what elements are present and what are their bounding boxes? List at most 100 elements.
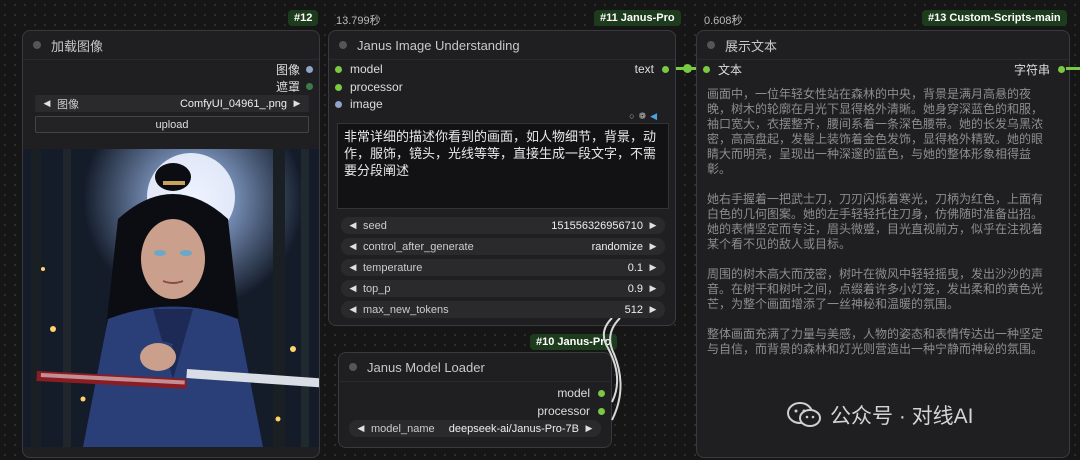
collapse-dot-icon[interactable]: [349, 363, 357, 371]
seed-widget[interactable]: ◀ seed 151556326956710 ▶: [341, 217, 665, 234]
node-id-badge-show-text: #13 Custom-Scripts-main: [922, 10, 1067, 26]
input-port-icon[interactable]: [335, 65, 342, 73]
speaker-icon[interactable]: ◀: [650, 111, 661, 121]
widget-label: temperature: [363, 261, 423, 274]
image-preview: [23, 149, 319, 447]
decrement-arrow-icon[interactable]: ◀: [347, 220, 359, 231]
watermark: 公众号 · 对线AI: [786, 400, 974, 430]
node-title: 展示文本: [725, 38, 778, 54]
input-image[interactable]: image: [335, 96, 383, 112]
link-midpoint-icon[interactable]: [683, 64, 692, 73]
execution-time: 13.799秒: [336, 15, 381, 27]
output-label: processor: [537, 404, 590, 418]
increment-arrow-icon[interactable]: ▶: [291, 98, 303, 109]
output-mask[interactable]: 遮罩: [276, 78, 313, 94]
collapse-dot-icon[interactable]: [707, 41, 715, 49]
decrement-arrow-icon[interactable]: ◀: [347, 262, 359, 273]
node-id-badge-janus-image: #11 Janus-Pro: [594, 10, 681, 26]
model-name-widget[interactable]: ◀ model_name deepseek-ai/Janus-Pro-7B ▶: [349, 420, 601, 437]
temperature-widget[interactable]: ◀ temperature 0.1 ▶: [341, 259, 665, 276]
wechat-logo-icon: [787, 402, 821, 427]
output-paragraph: 整体画面充满了力量与美感，人物的姿态和表情传达出一种坚定与自信，而背景的森林和灯…: [707, 327, 1044, 356]
gear-icon[interactable]: ❁: [639, 111, 651, 121]
widget-value: 151556326956710: [551, 219, 643, 232]
prompt-textarea[interactable]: 非常详细的描述你看到的画面，如人物细节，背景，动作，服饰，镜头，光线等等，直接生…: [337, 123, 669, 209]
input-label: image: [350, 97, 383, 111]
decrement-arrow-icon[interactable]: ◀: [347, 241, 359, 252]
input-text[interactable]: 文本: [703, 61, 742, 77]
output-paragraph: 周围的树木高大而茂密，树叶在微风中轻轻摇曳，发出沙沙的声音。在树干和树叶之间，点…: [707, 267, 1044, 311]
widget-label: top_p: [363, 282, 391, 295]
widget-label: max_new_tokens: [363, 303, 449, 316]
widget-value: ComfyUI_04961_.png: [179, 97, 287, 110]
node-title-bar[interactable]: Janus Image Understanding: [329, 31, 675, 60]
output-label: 遮罩: [275, 79, 300, 94]
input-model[interactable]: model: [335, 61, 383, 77]
show-text-node[interactable]: 展示文本 文本 字符串 画面中，一位年轻女性站在森林的中央，背景是满月高悬的夜晚…: [696, 30, 1070, 458]
node-title: Janus Image Understanding: [357, 37, 520, 53]
widget-label: 图像: [57, 98, 79, 111]
watermark-text: 公众号 · 对线AI: [830, 405, 974, 428]
collapse-dot-icon[interactable]: [33, 41, 41, 49]
node-title: Janus Model Loader: [367, 359, 485, 375]
textarea-toolbar: ○❁◀: [629, 111, 661, 122]
input-port-icon[interactable]: [335, 83, 342, 91]
upload-button[interactable]: upload: [35, 116, 309, 133]
widget-value: 0.9: [627, 282, 643, 295]
output-port-icon[interactable]: [662, 65, 669, 73]
output-label: text: [634, 62, 654, 76]
janus-model-loader-node[interactable]: Janus Model Loader model processor ◀ mod…: [338, 352, 612, 448]
increment-arrow-icon[interactable]: ▶: [647, 304, 659, 315]
output-text-area[interactable]: 画面中，一位年轻女性站在森林的中央，背景是满月高悬的夜晚，树木的轮廓在月光下显得…: [707, 87, 1053, 447]
output-label: 图像: [275, 62, 300, 77]
increment-arrow-icon[interactable]: ▶: [647, 220, 659, 231]
input-port-icon[interactable]: [335, 100, 342, 108]
top-p-widget[interactable]: ◀ top_p 0.9 ▶: [341, 280, 665, 297]
output-label: 字符串: [1013, 62, 1050, 77]
collapse-dot-icon[interactable]: [339, 41, 347, 49]
output-string[interactable]: 字符串: [1014, 61, 1065, 77]
input-processor[interactable]: processor: [335, 79, 403, 95]
node-title-bar[interactable]: Janus Model Loader: [339, 353, 611, 382]
node-id-badge-load-image: #12: [288, 10, 319, 26]
node-title: 加载图像: [51, 38, 104, 54]
widget-label: seed: [363, 219, 387, 232]
output-port-icon[interactable]: [1058, 65, 1065, 73]
widget-value: 0.1: [627, 261, 643, 274]
output-paragraph: 她右手握着一把武士刀，刀刃闪烁着寒光，刀柄为红色，上面有白色的几何图案。她的左手…: [707, 192, 1044, 251]
connection-wires: [602, 318, 622, 421]
widget-label: control_after_generate: [363, 240, 474, 253]
execution-time: 0.608秒: [704, 15, 743, 27]
janus-image-understanding-node[interactable]: Janus Image Understanding model processo…: [328, 30, 676, 326]
widget-value: 512: [624, 303, 643, 316]
node-title-bar[interactable]: 展示文本: [697, 31, 1069, 60]
image-select-widget[interactable]: ◀ 图像 ComfyUI_04961_.png ▶: [35, 95, 309, 112]
load-image-node[interactable]: 加载图像 图像 遮罩 ◀ 图像 ComfyUI_04961_.png ▶ upl…: [22, 30, 320, 458]
increment-arrow-icon[interactable]: ▶: [647, 283, 659, 294]
upload-label: upload: [155, 118, 189, 131]
output-paragraph: 画面中，一位年轻女性站在森林的中央，背景是满月高悬的夜晚，树木的轮廓在月光下显得…: [707, 87, 1044, 176]
decrement-arrow-icon[interactable]: ◀: [41, 98, 53, 109]
node-title-bar[interactable]: 加载图像: [23, 31, 319, 60]
increment-arrow-icon[interactable]: ▶: [647, 241, 659, 252]
input-label: processor: [350, 80, 403, 94]
increment-arrow-icon[interactable]: ▶: [647, 262, 659, 273]
input-port-icon[interactable]: [703, 65, 710, 73]
output-image[interactable]: 图像: [276, 61, 313, 77]
output-label: model: [557, 386, 590, 400]
decrement-arrow-icon[interactable]: ◀: [347, 283, 359, 294]
widget-label: model_name: [371, 422, 435, 435]
output-port-icon[interactable]: [306, 65, 313, 73]
string-link-wire: [1066, 67, 1080, 70]
control-after-generate-widget[interactable]: ◀ control_after_generate randomize ▶: [341, 238, 665, 255]
output-text[interactable]: text: [635, 61, 669, 77]
input-label: 文本: [718, 62, 743, 77]
decrement-arrow-icon[interactable]: ◀: [347, 304, 359, 315]
input-label: model: [350, 62, 383, 76]
output-port-icon[interactable]: [306, 82, 313, 90]
widget-value: deepseek-ai/Janus-Pro-7B: [448, 422, 579, 435]
decrement-arrow-icon[interactable]: ◀: [355, 423, 367, 434]
max-new-tokens-widget[interactable]: ◀ max_new_tokens 512 ▶: [341, 301, 665, 318]
circle-icon[interactable]: ○: [629, 111, 638, 121]
widget-value: randomize: [591, 240, 643, 253]
